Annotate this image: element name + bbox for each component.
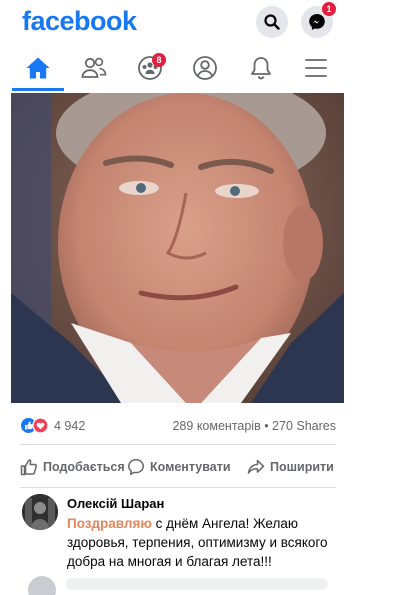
- groups-badge: 8: [152, 53, 166, 67]
- share-label: Поширити: [270, 460, 334, 474]
- messenger-badge: 1: [322, 2, 336, 16]
- comment-icon: [128, 459, 144, 475]
- reactions-count[interactable]: 4 942: [54, 419, 85, 433]
- nav-active-indicator: [12, 88, 64, 91]
- messenger-button[interactable]: 1: [301, 2, 336, 38]
- comment-text: Поздравляю с днём Ангела! Желаю здоровья…: [67, 514, 357, 571]
- profile-icon: [193, 56, 217, 80]
- thumbs-up-icon: [20, 459, 38, 476]
- post-photo[interactable]: [11, 93, 344, 403]
- search-icon: [264, 14, 280, 30]
- actions-divider: [20, 487, 336, 488]
- nav-groups[interactable]: 8: [120, 46, 180, 90]
- nav-menu[interactable]: [286, 46, 346, 90]
- nav-friends[interactable]: [64, 46, 124, 90]
- comment-label: Коментувати: [150, 460, 231, 474]
- bell-icon: [251, 57, 271, 80]
- share-icon: [247, 459, 265, 474]
- nav-profile[interactable]: [175, 46, 235, 90]
- search-button[interactable]: [256, 6, 288, 38]
- messenger-icon: [309, 14, 325, 30]
- main-nav: 8: [0, 46, 399, 92]
- next-comment-bubble[interactable]: [66, 578, 328, 590]
- reaction-icons[interactable]: [20, 417, 50, 434]
- commenter-avatar[interactable]: [22, 494, 58, 530]
- stats-divider: [20, 444, 336, 445]
- next-commenter-avatar[interactable]: [28, 576, 56, 595]
- nav-home[interactable]: [8, 46, 68, 90]
- home-icon: [26, 57, 50, 79]
- like-label: Подобається: [43, 460, 125, 474]
- post-stats: 4 942 289 коментарів • 270 Shares: [20, 416, 336, 436]
- like-button[interactable]: Подобається: [20, 454, 125, 480]
- comment-button[interactable]: Коментувати: [127, 454, 231, 480]
- top-bar: facebook 1: [0, 0, 399, 46]
- avatar-image: [22, 494, 58, 530]
- facebook-logo[interactable]: facebook: [22, 6, 137, 37]
- friends-icon: [81, 57, 107, 78]
- commenter-name[interactable]: Олексій Шаран: [67, 496, 164, 511]
- nav-notifications[interactable]: [231, 46, 291, 90]
- portrait-image: [11, 93, 344, 403]
- hamburger-menu-icon: [305, 59, 327, 77]
- comments-shares-count[interactable]: 289 коментарів • 270 Shares: [172, 419, 336, 433]
- share-button[interactable]: Поширити: [247, 454, 334, 480]
- post-actions: Подобається Коментувати Поширити: [0, 454, 399, 480]
- comment-highlight: Поздравляю: [67, 516, 152, 531]
